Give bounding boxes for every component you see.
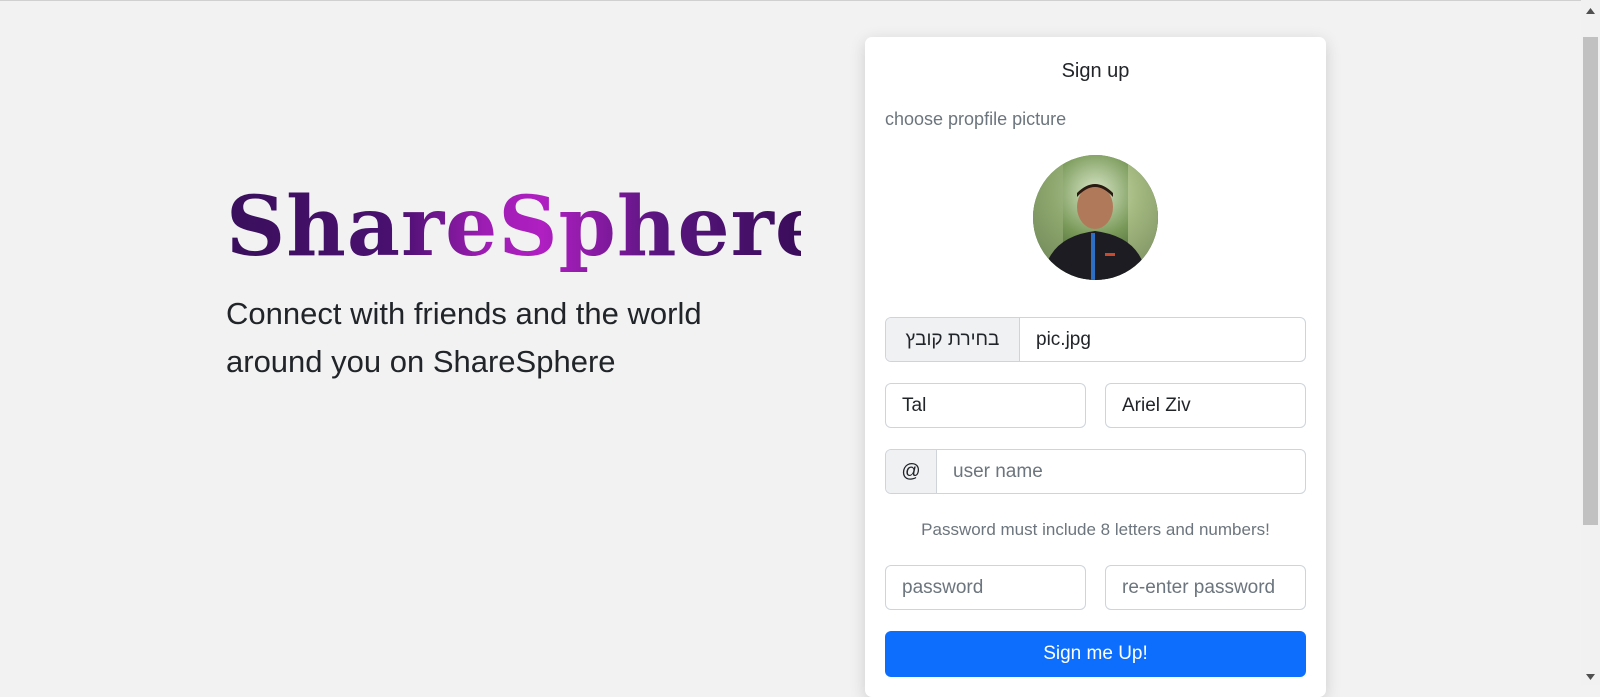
choose-picture-label: choose propfile picture — [885, 109, 1067, 129]
reenter-password-input[interactable]: re-enter password — [1105, 565, 1306, 610]
last-name-input[interactable]: Ariel Ziv — [1105, 383, 1306, 428]
first-name-input[interactable]: Tal — [885, 383, 1086, 428]
file-name-display: pic.jpg — [1036, 328, 1091, 350]
username-group: @ user name — [885, 449, 1306, 494]
choose-file-button[interactable]: בחירת קובץ — [886, 318, 1020, 361]
password-input[interactable]: password — [885, 565, 1086, 610]
scroll-down-arrow-icon[interactable] — [1581, 668, 1600, 685]
hero-section: ShareSphere Connect with friends and the… — [226, 179, 829, 386]
username-input[interactable]: user name — [937, 450, 1305, 493]
vertical-scrollbar[interactable] — [1581, 0, 1600, 685]
hero-tagline: Connect with friends and the world aroun… — [226, 296, 702, 379]
signup-title: Sign up — [1061, 60, 1130, 82]
file-picker[interactable]: בחירת קובץ pic.jpg — [885, 317, 1306, 362]
scroll-up-arrow-icon[interactable] — [1581, 2, 1600, 19]
profile-picture-preview — [1033, 155, 1158, 280]
scrollbar-thumb[interactable] — [1583, 37, 1598, 525]
at-sign-prefix: @ — [886, 450, 937, 493]
profile-photo-icon — [1033, 155, 1158, 280]
password-hint: Password must include 8 letters and numb… — [921, 520, 1270, 539]
sharesphere-logo: ShareSphere — [226, 179, 829, 275]
signup-card: Sign up choose propfile picture בחירת קו… — [865, 37, 1326, 697]
top-border — [0, 0, 1581, 1]
sign-up-button[interactable]: Sign me Up! — [885, 631, 1306, 677]
